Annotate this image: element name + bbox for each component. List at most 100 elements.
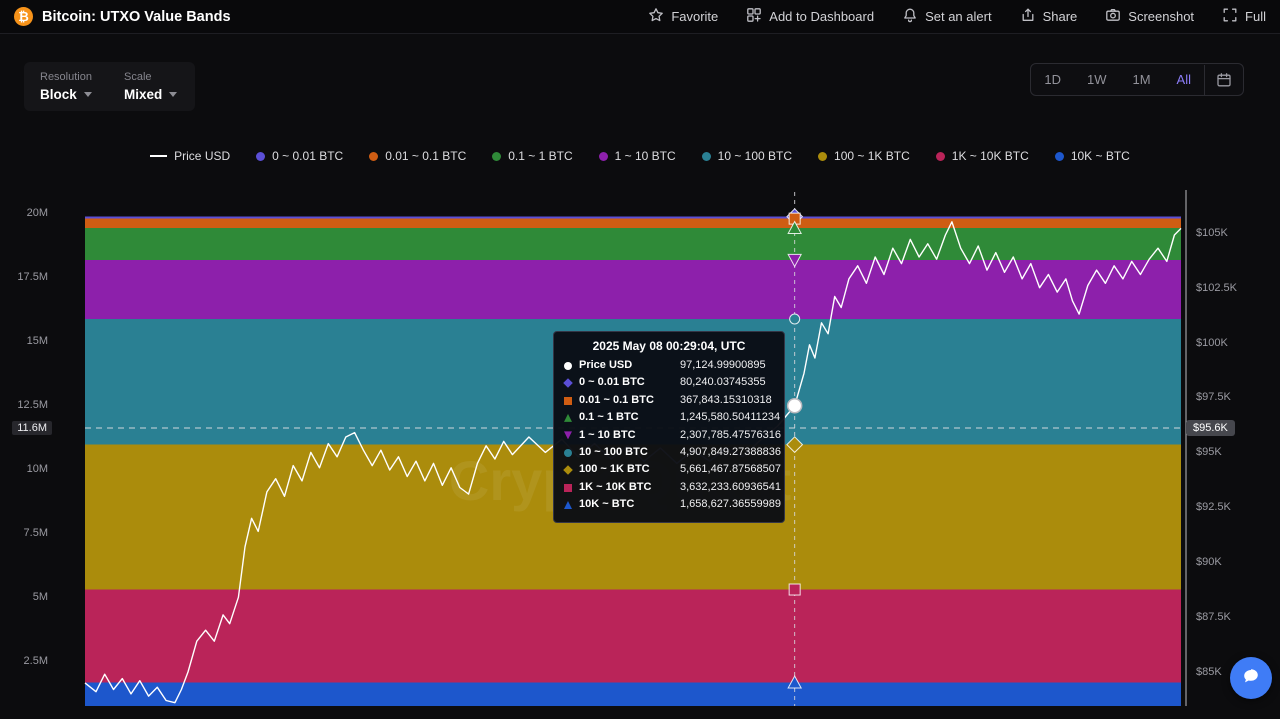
scale-value: Mixed xyxy=(124,87,162,102)
fullscreen-button[interactable]: Full xyxy=(1222,7,1266,26)
tooltip-series-label: 0.1 ~ 1 BTC xyxy=(579,409,673,426)
tooltip-row: 10K ~ BTC1,658,627.36559989 xyxy=(564,496,774,513)
set-alert-button[interactable]: Set an alert xyxy=(902,7,992,26)
legend-dot xyxy=(818,152,827,161)
crosshair-marker-1k-10k-btc xyxy=(789,584,800,595)
calendar-button[interactable] xyxy=(1204,65,1243,95)
legend-label: 10K ~ BTC xyxy=(1071,149,1130,163)
tooltip-series-value: 367,843.15310318 xyxy=(680,392,772,409)
tooltip-row: 1K ~ 10K BTC3,632,233.60936541 xyxy=(564,479,774,496)
legend-label: 10 ~ 100 BTC xyxy=(718,149,792,163)
chevron-down-icon xyxy=(84,92,92,97)
chat-button[interactable] xyxy=(1230,657,1272,699)
brand: ₿ Bitcoin: UTXO Value Bands xyxy=(14,7,231,26)
band-0-01-0-1-btc xyxy=(85,219,1181,228)
legend-label: 1 ~ 10 BTC xyxy=(615,149,676,163)
legend-item-1k-10k-btc[interactable]: 1K ~ 10K BTC xyxy=(936,149,1029,163)
legend-item-100-1k-btc[interactable]: 100 ~ 1K BTC xyxy=(818,149,910,163)
tooltip-row: 100 ~ 1K BTC5,661,467.87568507 xyxy=(564,461,774,478)
bitcoin-icon: ₿ xyxy=(14,7,33,26)
diamond-icon xyxy=(563,378,573,388)
dashboard-add-icon xyxy=(746,7,762,26)
legend-item-1-10-btc[interactable]: 1 ~ 10 BTC xyxy=(599,149,676,163)
tooltip-row: 0 ~ 0.01 BTC 80,240.03745355 xyxy=(564,374,774,391)
tooltip-series-value: 2,307,785.47576316 xyxy=(680,427,781,444)
add-to-dashboard-button[interactable]: Add to Dashboard xyxy=(746,7,874,26)
legend-item-10k-btc[interactable]: 10K ~ BTC xyxy=(1055,149,1130,163)
screenshot-label: Screenshot xyxy=(1128,9,1194,24)
utxo-value-bands-page: ₿ Bitcoin: UTXO Value Bands Favorite Add… xyxy=(0,0,1280,719)
legend-label: 1K ~ 10K BTC xyxy=(952,149,1029,163)
crosshair-price-marker xyxy=(788,399,802,413)
tooltip-series-label: 0 ~ 0.01 BTC xyxy=(579,374,673,391)
tooltip-series-value: 5,661,467.87568507 xyxy=(680,461,781,478)
tooltip-series-label: 1 ~ 10 BTC xyxy=(579,427,673,444)
range-all-button[interactable]: All xyxy=(1164,64,1204,95)
range-1d-button[interactable]: 1D xyxy=(1031,64,1074,95)
favorite-button[interactable]: Favorite xyxy=(648,7,718,26)
legend-item-0-1-1-btc[interactable]: 0.1 ~ 1 BTC xyxy=(492,149,572,163)
price-line-swatch xyxy=(150,155,167,157)
share-label: Share xyxy=(1043,9,1078,24)
legend-label: 0.01 ~ 0.1 BTC xyxy=(385,149,466,163)
band-0-0-01-btc xyxy=(85,217,1181,219)
chart-legend: Price USD 0 ~ 0.01 BTC 0.01 ~ 0.1 BTC 0.1 ~… xyxy=(0,149,1280,163)
legend-label: Price USD xyxy=(174,149,230,163)
tooltip-series-value: 80,240.03745355 xyxy=(680,374,766,391)
scale-dropdown[interactable]: Scale Mixed xyxy=(124,71,177,102)
range-selector: 1D 1W 1M All xyxy=(1030,63,1244,96)
tooltip-row: 1 ~ 10 BTC2,307,785.47576316 xyxy=(564,427,774,444)
chevron-down-icon xyxy=(169,92,177,97)
range-1m-button[interactable]: 1M xyxy=(1119,64,1163,95)
resolution-dropdown[interactable]: Resolution Block xyxy=(40,71,92,102)
band-1-10-btc xyxy=(85,260,1181,319)
tooltip-rows: Price USD 97,124.99900895 0 ~ 0.01 BTC 80,2… xyxy=(564,357,774,514)
tooltip-row: Price USD 97,124.99900895 xyxy=(564,357,774,374)
tooltip-series-label: Price USD xyxy=(579,357,673,374)
legend-label: 0.1 ~ 1 BTC xyxy=(508,149,572,163)
price-level-badge: $95.6K xyxy=(1186,420,1235,436)
page-title: Bitcoin: UTXO Value Bands xyxy=(42,9,231,25)
range-1w-button[interactable]: 1W xyxy=(1074,64,1120,95)
triangle-up-icon xyxy=(564,414,572,422)
legend-item-10-100-btc[interactable]: 10 ~ 100 BTC xyxy=(702,149,792,163)
share-icon xyxy=(1020,7,1036,26)
square-icon xyxy=(564,397,572,405)
favorite-label: Favorite xyxy=(671,9,718,24)
square-icon xyxy=(564,484,572,492)
triangle-up-icon xyxy=(564,501,572,509)
bell-icon xyxy=(902,7,918,26)
legend-dot xyxy=(702,152,711,161)
set-alert-label: Set an alert xyxy=(925,9,992,24)
tooltip-series-label: 100 ~ 1K BTC xyxy=(579,461,673,478)
legend-item-0-0-01-btc[interactable]: 0 ~ 0.01 BTC xyxy=(256,149,343,163)
circle-icon xyxy=(564,362,572,370)
calendar-icon xyxy=(1216,76,1232,91)
star-icon xyxy=(648,7,664,26)
legend-label: 0 ~ 0.01 BTC xyxy=(272,149,343,163)
band-0-1-1-btc xyxy=(85,228,1181,260)
tooltip-series-value: 1,658,627.36559989 xyxy=(680,496,781,513)
chart-tooltip: 2025 May 08 00:29:04, UTC Price USD 97,12… xyxy=(553,331,785,523)
triangle-down-icon xyxy=(564,431,572,439)
diamond-icon xyxy=(563,465,573,475)
tooltip-series-value: 3,632,233.60936541 xyxy=(680,479,781,496)
share-button[interactable]: Share xyxy=(1020,7,1078,26)
legend-dot xyxy=(1055,152,1064,161)
tooltip-series-value: 1,245,580.50411234 xyxy=(680,409,780,426)
camera-icon xyxy=(1105,7,1121,26)
top-bar-actions: Favorite Add to Dashboard Set an alert S… xyxy=(648,7,1266,26)
tooltip-series-label: 1K ~ 10K BTC xyxy=(579,479,673,496)
legend-item-0-01-0-1-btc[interactable]: 0.01 ~ 0.1 BTC xyxy=(369,149,466,163)
scale-label: Scale xyxy=(124,71,177,83)
tooltip-title: 2025 May 08 00:29:04, UTC xyxy=(564,339,774,353)
band-10k-btc xyxy=(85,682,1181,706)
fullscreen-label: Full xyxy=(1245,9,1266,24)
tooltip-series-value: 4,907,849.27388836 xyxy=(680,444,781,461)
legend-item-price-usd[interactable]: Price USD xyxy=(150,149,230,163)
resolution-scale-controls: Resolution Block Scale Mixed xyxy=(24,62,195,111)
crosshair-marker-10-100-btc xyxy=(790,314,800,324)
band-1k-10k-btc xyxy=(85,590,1181,683)
tooltip-series-value: 97,124.99900895 xyxy=(680,357,766,374)
screenshot-button[interactable]: Screenshot xyxy=(1105,7,1194,26)
